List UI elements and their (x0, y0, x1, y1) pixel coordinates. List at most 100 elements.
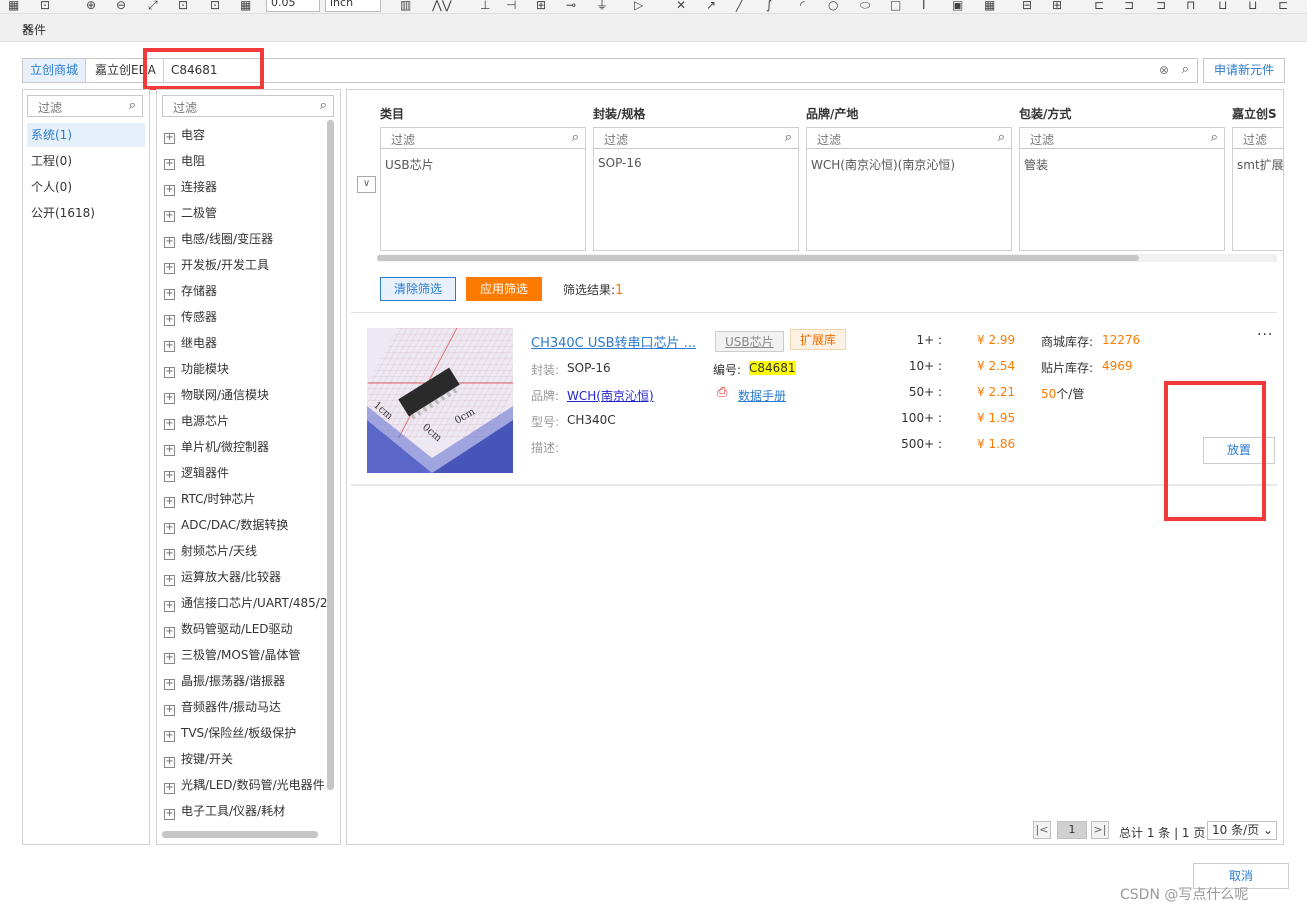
zoom-fit-icon[interactable]: ⊡ (40, 0, 50, 12)
clear-filter-button[interactable]: 清除筛选 (380, 277, 456, 301)
category-item[interactable]: + 音频器件/振动马达 (164, 697, 281, 723)
category-item[interactable]: + 电容 (164, 125, 205, 151)
search-icon[interactable]: ⌕ (1182, 62, 1189, 77)
align-left-icon[interactable]: ⊏ (1094, 0, 1104, 12)
wire-icon[interactable]: ⋀⋁ (432, 0, 452, 12)
expand-plus-icon[interactable]: + (164, 523, 175, 534)
zoom-out-icon[interactable]: ⊖ (116, 0, 126, 12)
expand-plus-icon[interactable]: + (164, 185, 175, 196)
more-options-icon[interactable]: ··· (1257, 327, 1273, 343)
zoom-in-icon[interactable]: ⊕ (86, 0, 96, 12)
grid-icon[interactable]: ▦ (8, 0, 19, 12)
ellipse-icon[interactable]: ⬭ (860, 0, 870, 12)
filter-column-input[interactable]: 过滤⌕ (381, 128, 585, 149)
expand-plus-icon[interactable]: + (164, 341, 175, 352)
page-size-select[interactable]: 10 条/页 ⌄ (1207, 821, 1277, 840)
category-item[interactable]: + 通信接口芯片/UART/485/23 (164, 593, 335, 619)
expand-plus-icon[interactable]: + (164, 731, 175, 742)
unit-select[interactable]: inch (325, 0, 381, 12)
expand-plus-icon[interactable]: + (164, 757, 175, 768)
category-item[interactable]: + 开发板/开发工具 (164, 255, 269, 281)
text-icon[interactable]: I (922, 0, 926, 12)
category-item[interactable]: + 射频芯片/天线 (164, 541, 257, 567)
image-icon[interactable]: ▣ (952, 0, 963, 12)
filter-option[interactable]: WCH(南京沁恒)(南京沁恒) (811, 156, 955, 173)
expand-plus-icon[interactable]: + (164, 237, 175, 248)
category-item[interactable]: + 电感/线圈/变压器 (164, 229, 273, 255)
expand-plus-icon[interactable]: + (164, 159, 175, 170)
filter-option[interactable]: 管装 (1024, 156, 1048, 173)
lib-item-public[interactable]: 公开(1618) (27, 201, 145, 225)
category-item[interactable]: + 运算放大器/比较器 (164, 567, 281, 593)
expand-plus-icon[interactable]: + (164, 653, 175, 664)
expand-plus-icon[interactable]: + (164, 367, 175, 378)
category-item[interactable]: + 物联网/通信模块 (164, 385, 269, 411)
tab-lcsc-mall[interactable]: 立创商城 (23, 59, 87, 82)
expand-plus-icon[interactable]: + (164, 679, 175, 690)
expand-plus-icon[interactable]: + (164, 445, 175, 456)
table2-icon[interactable]: ▦ (984, 0, 995, 12)
category-item[interactable]: + 功能模块 (164, 359, 229, 385)
category-item[interactable]: + 存储器 (164, 281, 217, 307)
expand-plus-icon[interactable]: + (164, 497, 175, 508)
category-item[interactable]: + 电阻 (164, 151, 205, 177)
filter-scrollbar[interactable] (377, 255, 1139, 261)
apply-new-component-button[interactable]: 申请新元件 (1203, 58, 1285, 83)
netflag-icon[interactable]: ⊸ (566, 0, 576, 12)
brand-link[interactable]: WCH(南京沁恒) (567, 387, 654, 404)
category-item[interactable]: + 传感器 (164, 307, 217, 333)
expand-plus-icon[interactable]: + (164, 211, 175, 222)
align-right-icon[interactable]: ⊐ (1156, 0, 1166, 12)
bus-icon[interactable]: ⊣ (506, 0, 516, 12)
last-page-button[interactable]: >| (1091, 821, 1109, 839)
category-item[interactable]: + 电源芯片 (164, 411, 229, 437)
bezier-icon[interactable]: ∫ (766, 0, 772, 12)
lib-item-project[interactable]: 工程(0) (27, 149, 145, 173)
rect-icon[interactable]: □ (890, 0, 901, 12)
expand-filters-chevron-down-icon[interactable]: ∨ (357, 176, 376, 193)
expand-plus-icon[interactable]: + (164, 289, 175, 300)
no-connect-icon[interactable]: ✕ (676, 0, 686, 12)
port-icon[interactable]: ▷ (634, 0, 643, 12)
grid-size-select[interactable]: 0.05 (266, 0, 320, 12)
category-item[interactable]: + 晶振/振荡器/谐振器 (164, 671, 285, 697)
expand-plus-icon[interactable]: + (164, 133, 175, 144)
close-icon[interactable]: × (22, 21, 1295, 35)
category-item[interactable]: + 电子工具/仪器/耗材 (164, 801, 285, 827)
circle-icon[interactable]: ○ (828, 0, 838, 12)
align-middle-icon[interactable]: ⊔ (1218, 0, 1227, 12)
filter-option[interactable]: smt扩展 (1237, 156, 1283, 173)
expand-plus-icon[interactable]: + (164, 627, 175, 638)
datasheet-link[interactable]: 数据手册 (738, 387, 786, 404)
category-item[interactable]: + 光耦/LED/数码管/光电器件 (164, 775, 325, 801)
category-item[interactable]: + 按键/开关 (164, 749, 233, 775)
line-icon[interactable]: ╱ (736, 0, 743, 12)
expand-plus-icon[interactable]: + (164, 263, 175, 274)
distribute-icon[interactable]: ⊞ (1052, 0, 1062, 12)
expand-plus-icon[interactable]: + (164, 783, 175, 794)
filter-option[interactable]: USB芯片 (385, 156, 434, 173)
category-scrollbar[interactable] (327, 120, 334, 790)
arc-icon[interactable]: ◜ (800, 0, 805, 12)
ground-icon[interactable]: ⏚ (596, 0, 608, 12)
expand-plus-icon[interactable]: + (164, 315, 175, 326)
category-badge[interactable]: USB芯片 (715, 331, 784, 352)
apply-filter-button[interactable]: 应用筛选 (466, 277, 542, 301)
filter-column-input[interactable]: 过滤⌕ (594, 128, 798, 149)
netlabel-icon[interactable]: ⊞ (536, 0, 546, 12)
align-icon[interactable]: ⊟ (1022, 0, 1032, 12)
expand-plus-icon[interactable]: + (164, 419, 175, 430)
expand-plus-icon[interactable]: + (164, 601, 175, 612)
filter-option[interactable]: SOP-16 (598, 156, 642, 170)
category-item[interactable]: + 继电器 (164, 333, 217, 359)
align-center-icon[interactable]: ⊐ (1124, 0, 1134, 12)
lib-item-system[interactable]: 系统(1) (27, 123, 145, 147)
align-top-icon[interactable]: ⊓ (1186, 0, 1195, 12)
expand-plus-icon[interactable]: + (164, 471, 175, 482)
category-item[interactable]: + ADC/DAC/数据转换 (164, 515, 288, 541)
filter-column-input[interactable]: 过滤⌕ (1233, 128, 1283, 149)
category-filter-input[interactable]: 过滤 ⌕ (162, 95, 334, 117)
zoom-area-icon[interactable]: ⊡ (178, 0, 188, 12)
lib-item-personal[interactable]: 个人(0) (27, 175, 145, 199)
category-item[interactable]: + 二极管 (164, 203, 217, 229)
